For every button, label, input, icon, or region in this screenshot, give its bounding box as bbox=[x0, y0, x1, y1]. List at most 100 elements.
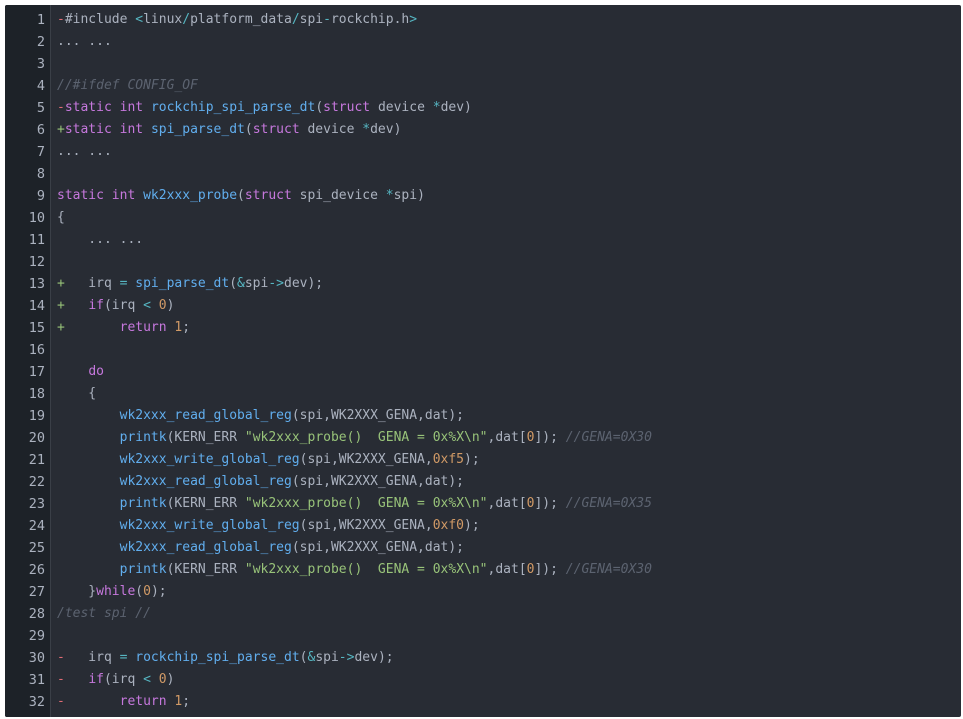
code-token-keyword: struct bbox=[244, 188, 300, 203]
line-source: printk(KERN_ERR "wk2xxx_probe() GENA = 0… bbox=[57, 427, 652, 449]
code-token-number: 0xf5 bbox=[432, 452, 465, 467]
code-token-default: #include bbox=[64, 12, 136, 27]
code-line: 4 //#ifdef CONFIG_OF bbox=[5, 75, 961, 97]
line-source: { bbox=[57, 207, 65, 229]
code-token-punct: ) bbox=[417, 188, 425, 203]
line-number: 11 bbox=[28, 232, 45, 248]
code-line: 29 bbox=[5, 625, 961, 647]
line-number: 24 bbox=[28, 518, 45, 534]
code-token-diffdel: - bbox=[57, 694, 65, 709]
code-token-comment: //GENA=0X35 bbox=[565, 496, 652, 511]
line-source: ... ... bbox=[57, 141, 112, 163]
code-token-diffadd: + bbox=[57, 320, 65, 335]
code-token-default: dev bbox=[354, 650, 378, 665]
code-token-default: linux bbox=[143, 12, 183, 27]
code-token-punct: ); bbox=[377, 650, 394, 665]
code-token-punct: , bbox=[323, 408, 331, 423]
code-token-default bbox=[57, 364, 88, 379]
code-token-function: wk2xxx_probe bbox=[143, 188, 238, 203]
line-source: -#include <linux/platform_data/spi-rockc… bbox=[57, 9, 417, 31]
code-token-function: spi_parse_dt bbox=[150, 122, 245, 137]
code-line: 13 + irq = spi_parse_dt(&spi->dev); bbox=[5, 273, 961, 295]
line-number: 27 bbox=[28, 584, 45, 600]
code-token-function: wk2xxx_read_global_reg bbox=[119, 474, 292, 489]
code-token-default bbox=[65, 298, 88, 313]
code-token-keyword: struct bbox=[323, 100, 378, 115]
code-token-punct: ); bbox=[150, 584, 167, 599]
line-number: 14 bbox=[28, 298, 45, 314]
code-token-punct: ); bbox=[307, 276, 324, 291]
code-line: 17 do bbox=[5, 361, 961, 383]
code-token-operator: / bbox=[291, 12, 300, 27]
code-line: 5 -static int rockchip_spi_parse_dt(struc… bbox=[5, 97, 961, 119]
code-token-number: 0 bbox=[143, 584, 151, 599]
code-token-punct: { bbox=[57, 210, 65, 225]
code-token-default: spi bbox=[244, 276, 269, 291]
code-token-default: KERN_ERR bbox=[174, 430, 245, 445]
code-token-operator: * bbox=[362, 122, 371, 137]
code-token-function: printk bbox=[119, 562, 167, 577]
code-token-default: irq bbox=[111, 672, 144, 687]
code-token-default: KERN_ERR bbox=[174, 496, 245, 511]
code-token-keyword: if bbox=[88, 298, 104, 313]
code-line: 6 +static int spi_parse_dt(struct device … bbox=[5, 119, 961, 141]
code-token-operator: = bbox=[119, 650, 136, 665]
code-token-function: wk2xxx_write_global_reg bbox=[119, 452, 300, 467]
code-token-default: dat bbox=[495, 562, 519, 577]
line-source: wk2xxx_write_global_reg(spi,WK2XXX_GENA,… bbox=[57, 449, 480, 471]
code-line: 16 bbox=[5, 339, 961, 361]
code-token-number: 0 bbox=[158, 672, 167, 687]
code-token-punct: ) bbox=[166, 672, 175, 687]
code-token-operator: < bbox=[135, 12, 144, 27]
line-number: 10 bbox=[28, 210, 45, 226]
code-token-comment: //#ifdef CONFIG_OF bbox=[57, 78, 198, 93]
code-token-punct: , bbox=[330, 518, 339, 533]
code-token-punct: ); bbox=[448, 474, 465, 489]
code-line: 30- irq = rockchip_spi_parse_dt(&spi->de… bbox=[5, 647, 961, 669]
code-token-string: "wk2xxx_probe() GENA = 0x%X\n" bbox=[244, 496, 488, 511]
code-line: 31- if(irq < 0) bbox=[5, 669, 961, 691]
line-source: +static int spi_parse_dt(struct device *… bbox=[57, 119, 401, 141]
code-token-default bbox=[57, 518, 120, 533]
code-token-default: spi bbox=[307, 452, 331, 467]
code-token-operator: -> bbox=[338, 650, 355, 665]
code-token-default: irq bbox=[64, 650, 120, 665]
code-token-keyword: static bbox=[64, 100, 120, 115]
line-number: 32 bbox=[28, 694, 45, 710]
line-source: //#ifdef CONFIG_OF bbox=[57, 75, 198, 97]
code-token-default: spi bbox=[315, 650, 339, 665]
code-token-punct: , bbox=[417, 474, 425, 489]
code-token-punct: ( bbox=[291, 474, 300, 489]
code-token-string: "wk2xxx_probe() GENA = 0x%X\n" bbox=[244, 430, 488, 445]
code-token-diffdel: - bbox=[57, 100, 65, 115]
code-line: 32 - return 1; bbox=[5, 691, 961, 713]
code-token-default: device bbox=[377, 100, 433, 115]
line-number: 6 bbox=[36, 122, 45, 138]
code-token-punct: ) bbox=[464, 100, 472, 115]
code-area: 1 -#include <linux/platform_data/spi-rock… bbox=[5, 9, 961, 713]
line-number: 4 bbox=[36, 78, 45, 94]
code-token-punct: [ bbox=[518, 430, 527, 445]
line-number: 19 bbox=[28, 408, 45, 424]
line-source: - return 1; bbox=[57, 691, 190, 713]
line-source: wk2xxx_read_global_reg(spi,WK2XXX_GENA,d… bbox=[57, 405, 464, 427]
code-token-default: WK2XXX_GENA bbox=[330, 408, 418, 423]
code-token-default: rockchip bbox=[330, 12, 394, 27]
code-token-punct: , bbox=[330, 452, 339, 467]
code-token-default: WK2XXX_GENA bbox=[338, 452, 425, 467]
line-number: 13 bbox=[28, 276, 45, 292]
code-token-punct: ) bbox=[393, 122, 402, 137]
line-source: /test spi // bbox=[57, 603, 151, 625]
code-token-punct: [ bbox=[518, 562, 527, 577]
code-line: 26 printk(KERN_ERR "wk2xxx_probe() GENA … bbox=[5, 559, 961, 581]
code-token-operator: = bbox=[119, 276, 136, 291]
code-token-default: device bbox=[307, 122, 363, 137]
code-token-operator: * bbox=[432, 100, 441, 115]
code-token-punct: ; bbox=[182, 694, 191, 709]
code-token-default bbox=[57, 430, 120, 445]
code-line: 8 bbox=[5, 163, 961, 185]
code-token-punct: ( bbox=[103, 672, 112, 687]
code-token-string: "wk2xxx_probe() GENA = 0x%X\n" bbox=[244, 562, 488, 577]
line-number: 15 bbox=[28, 320, 45, 336]
code-token-punct: ( bbox=[291, 408, 300, 423]
